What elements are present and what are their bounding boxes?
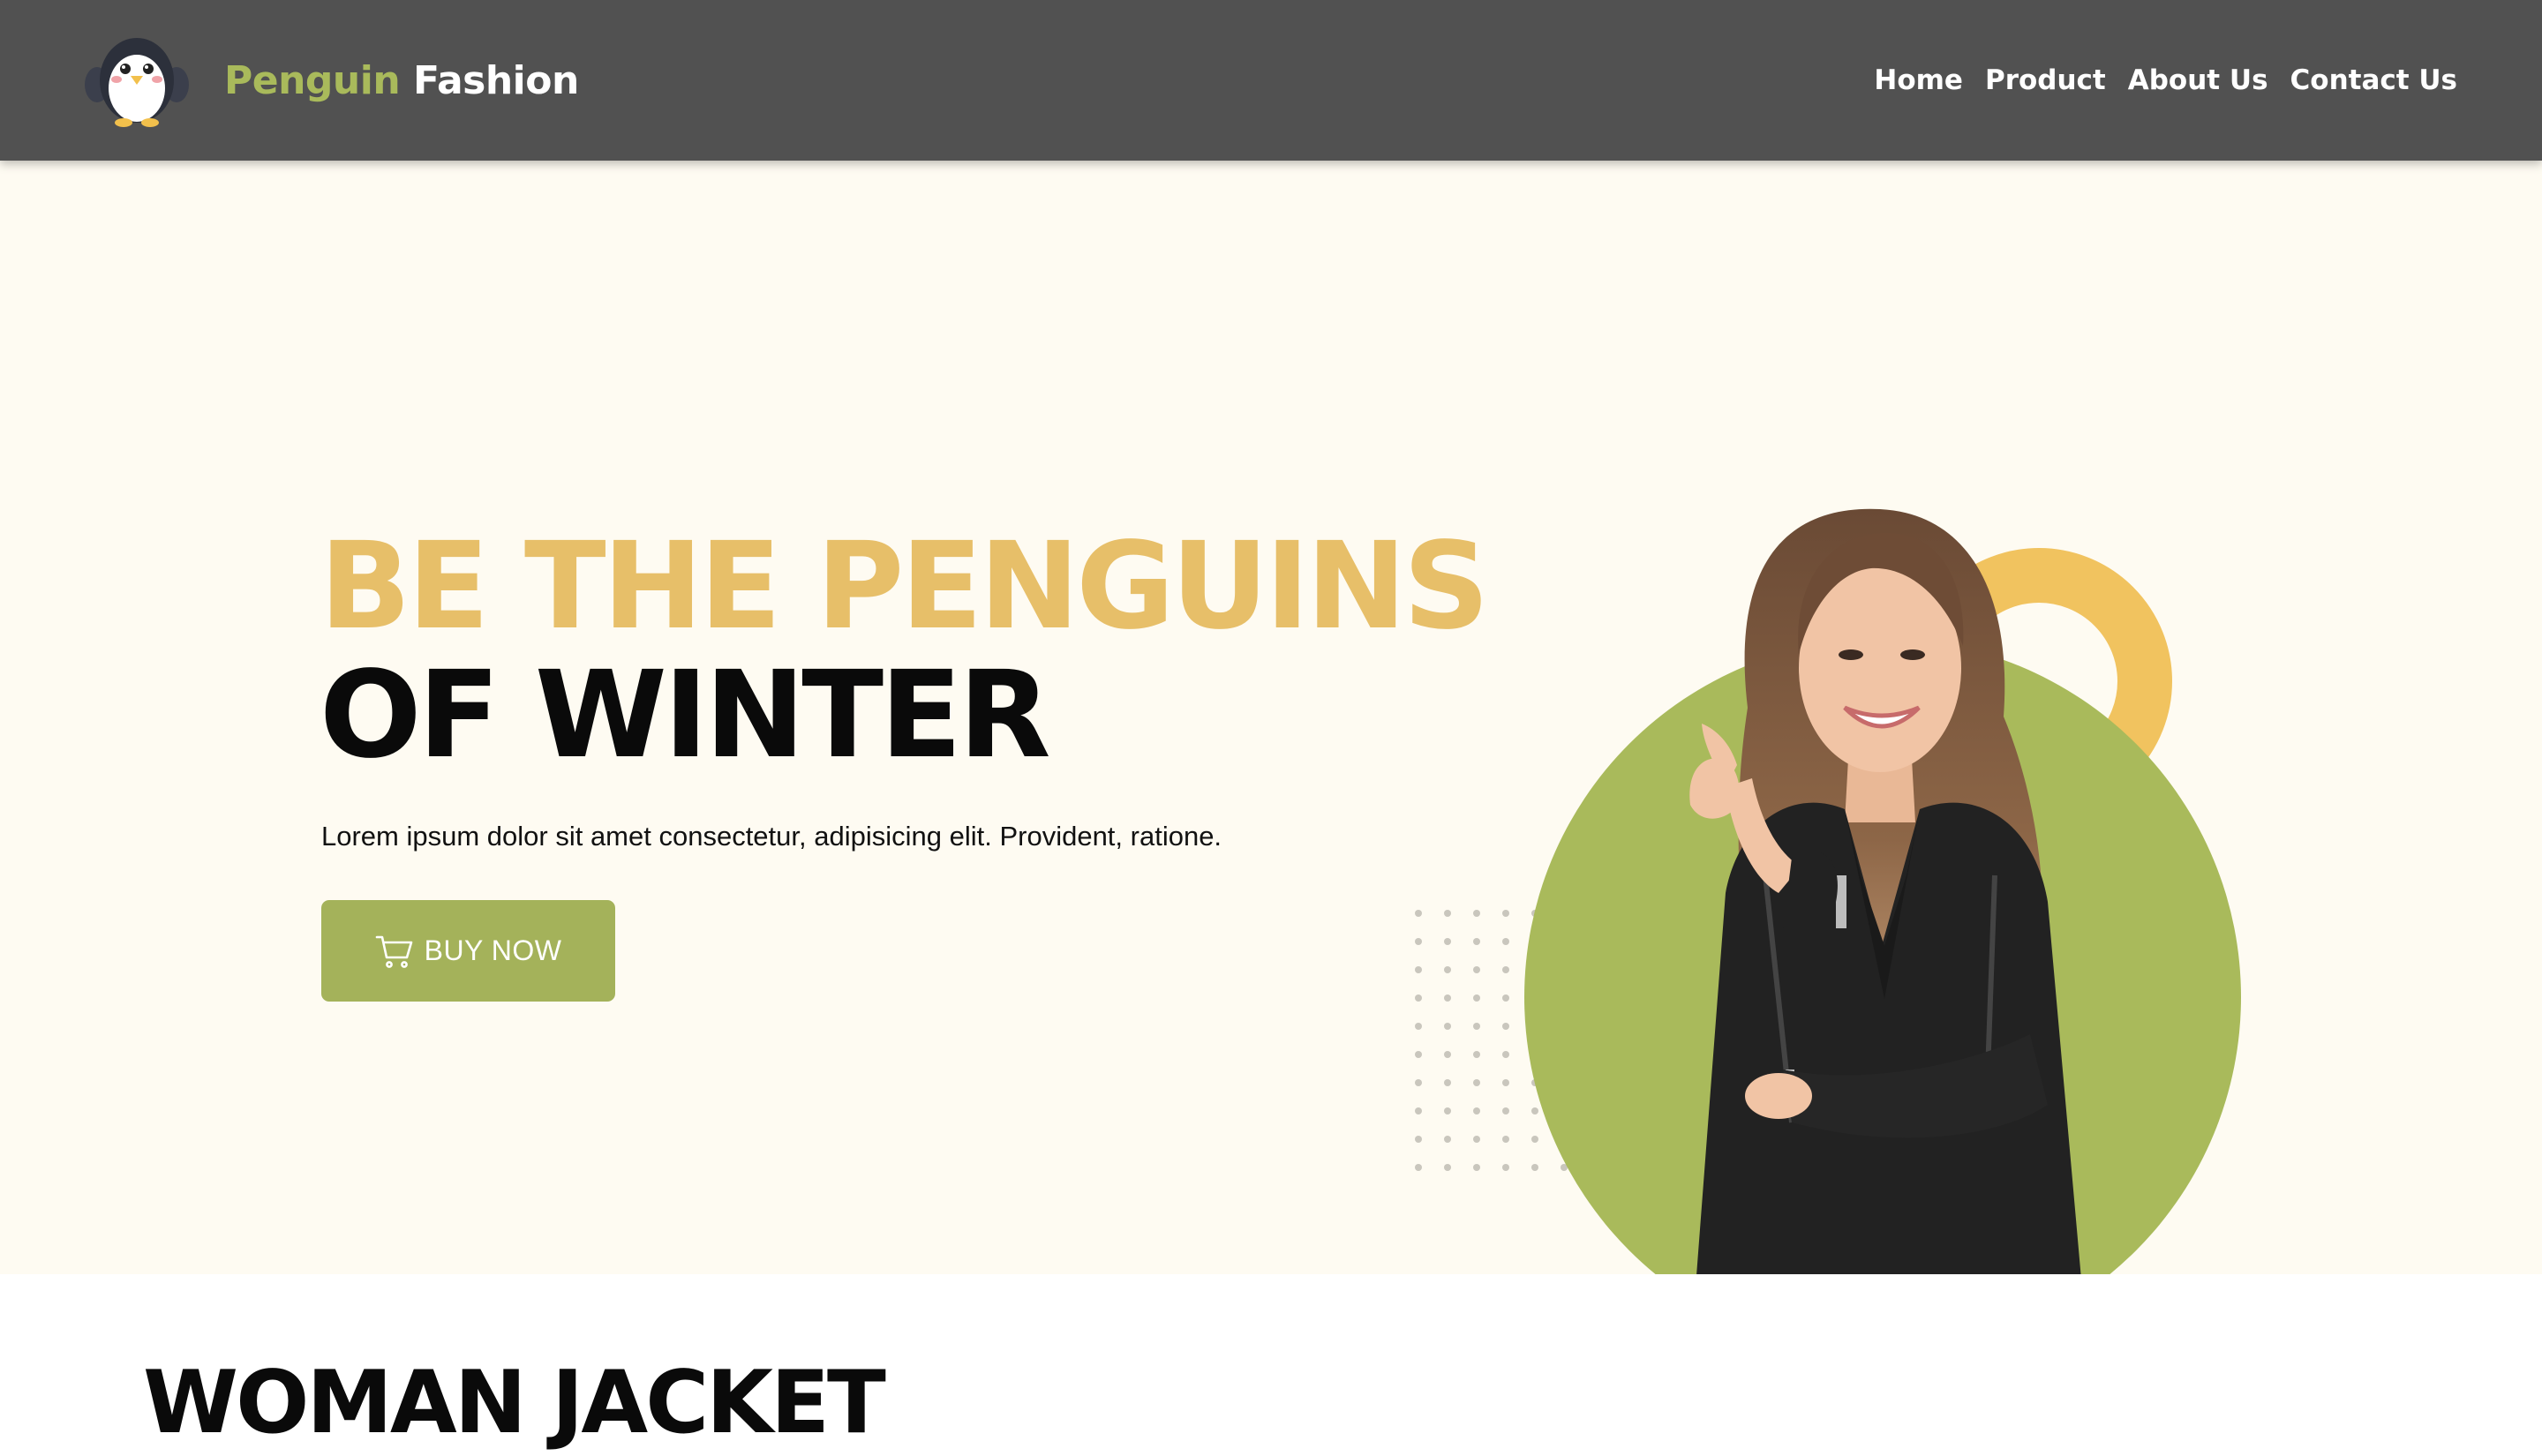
- model-figure: [1689, 508, 2083, 1274]
- section-title-woman-jacket: WOMAN JACKET: [143, 1353, 886, 1453]
- brand-name[interactable]: Penguin Fashion: [224, 55, 579, 108]
- cart-icon: [375, 935, 412, 968]
- buy-now-label: BUY NOW: [424, 934, 562, 966]
- hero-headline-line2: OF WINTER: [320, 646, 1051, 785]
- hero-image: [1415, 508, 2241, 1274]
- nav-link-product[interactable]: Product: [1985, 60, 2106, 101]
- penguin-logo-icon[interactable]: [81, 32, 192, 129]
- nav-link-about-us[interactable]: About Us: [2128, 60, 2268, 101]
- nav-link-contact-us[interactable]: Contact Us: [2290, 60, 2457, 101]
- navbar: Penguin Fashion Home Product About Us Co…: [0, 0, 2542, 161]
- buy-now-button[interactable]: BUY NOW: [321, 900, 615, 1002]
- brand-name-part2: Fashion: [412, 58, 579, 103]
- hero-headline: BE THE PENGUINS OF WINTER: [320, 517, 1490, 785]
- hero-section: BE THE PENGUINS OF WINTER Lorem ipsum do…: [0, 161, 2542, 1274]
- hero-headline-line1: BE THE PENGUINS: [320, 517, 1490, 657]
- main-nav: Home Product About Us Contact Us: [1852, 60, 2457, 101]
- hero-description: Lorem ipsum dolor sit amet consectetur, …: [321, 821, 1222, 852]
- nav-link-home[interactable]: Home: [1874, 60, 1963, 101]
- brand-name-part1: Penguin: [224, 58, 401, 103]
